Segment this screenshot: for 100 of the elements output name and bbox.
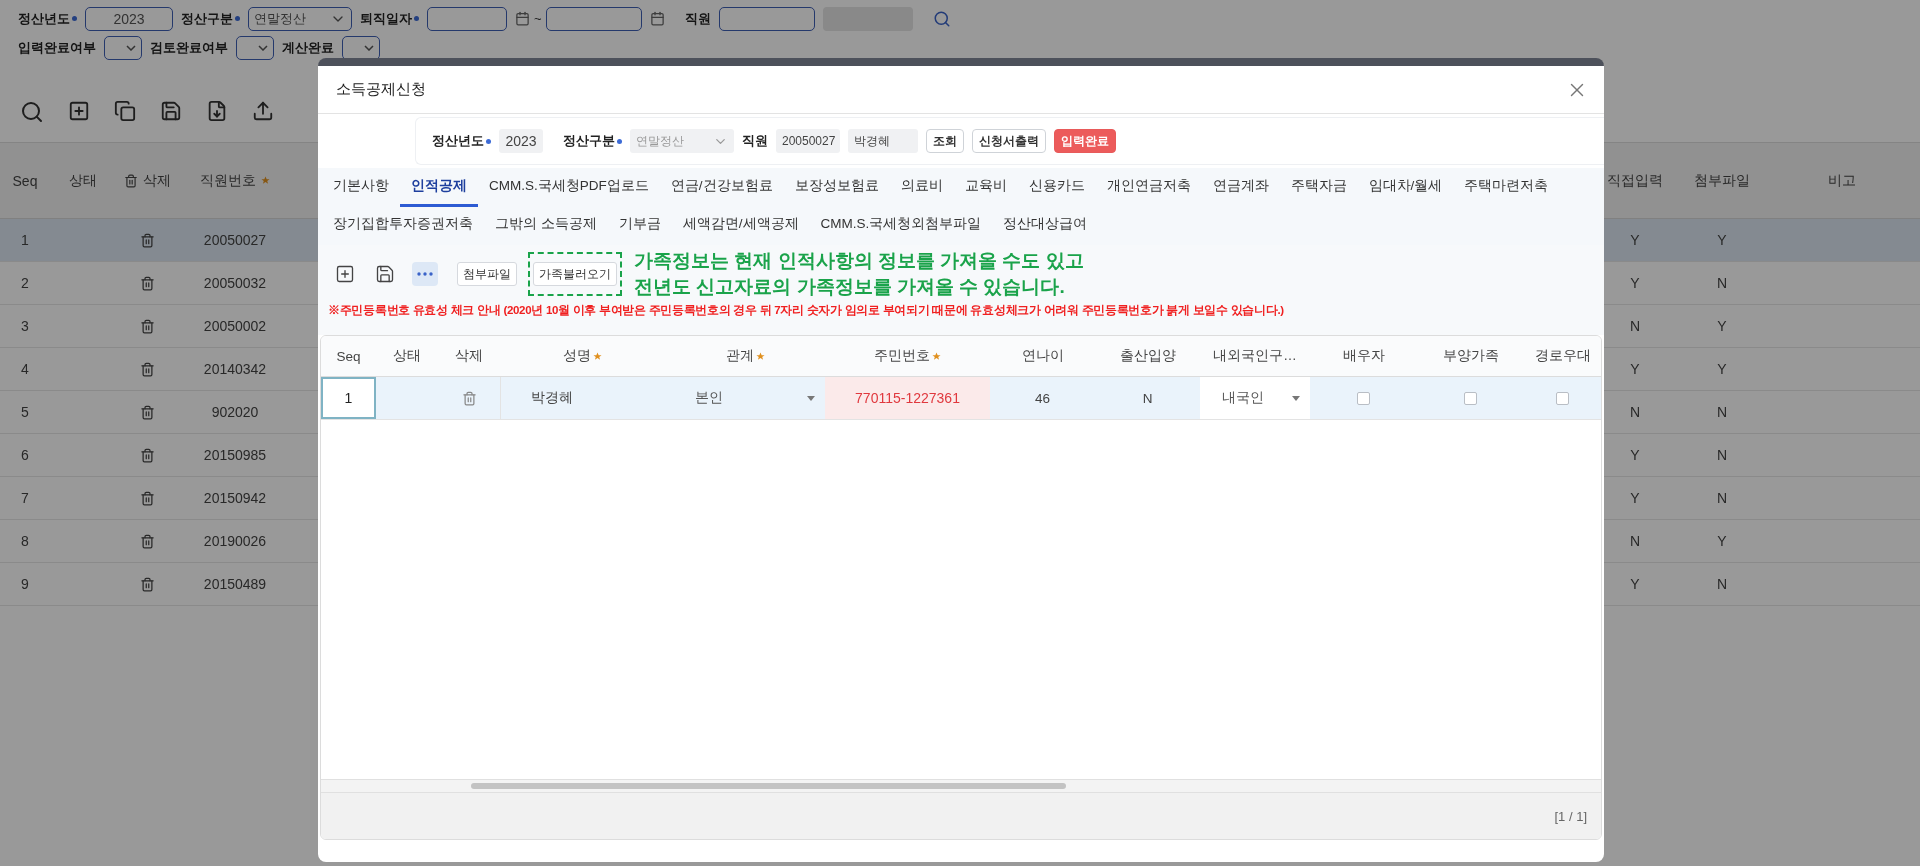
horizontal-scrollbar[interactable] bbox=[321, 779, 1601, 793]
tab[interactable]: CMM.S.국세청PDF업로드 bbox=[478, 168, 660, 207]
table-cell: 5 bbox=[21, 404, 29, 420]
tab[interactable]: 주택마련저축 bbox=[1453, 168, 1560, 207]
table-cell: 20190026 bbox=[203, 533, 267, 549]
table-cell: 20150942 bbox=[203, 490, 267, 506]
save-icon[interactable] bbox=[160, 100, 182, 122]
tab[interactable]: 그밖의 소득공제 bbox=[484, 206, 608, 245]
table-cell: 2 bbox=[21, 275, 29, 291]
table-cell: 46 bbox=[1035, 390, 1050, 406]
action-button[interactable]: 신청서출력 bbox=[972, 129, 1046, 153]
trash-icon[interactable] bbox=[461, 390, 477, 406]
file-download-icon[interactable] bbox=[206, 100, 228, 122]
caret-icon bbox=[807, 395, 815, 401]
checkbox[interactable] bbox=[1357, 391, 1370, 405]
column-header: 연나이 bbox=[1021, 347, 1064, 365]
column-header: 내외국인구… bbox=[1213, 347, 1297, 365]
status-select[interactable] bbox=[236, 35, 274, 60]
pager-text: [1 / 1] bbox=[1554, 808, 1587, 824]
action-button[interactable]: 조회 bbox=[926, 129, 964, 153]
search-icon[interactable] bbox=[20, 100, 44, 124]
tab[interactable]: 개인연금저축 bbox=[1095, 168, 1202, 207]
field-label: 정산년도 bbox=[432, 132, 484, 150]
tab[interactable]: 기본사항 bbox=[322, 168, 400, 207]
trash-icon[interactable] bbox=[140, 533, 155, 549]
chevron-down-icon bbox=[126, 44, 136, 51]
annotation-text: 전년도 신고자료의 가족정보를 가져올 수 있습니다. bbox=[634, 275, 1066, 299]
table-cell: N bbox=[1629, 533, 1641, 549]
tab[interactable]: 인적공제 bbox=[400, 168, 478, 207]
trash-icon[interactable] bbox=[140, 275, 155, 291]
field-label: 정산구분 bbox=[563, 132, 615, 150]
filter-label: 검토완료여부 bbox=[150, 38, 228, 57]
trash-icon[interactable] bbox=[140, 232, 155, 248]
tab[interactable]: 세액감면/세액공제 bbox=[671, 206, 810, 245]
trash-icon[interactable] bbox=[140, 576, 155, 592]
table-cell: Y bbox=[1630, 275, 1640, 291]
tab[interactable]: 신용카드 bbox=[1017, 168, 1096, 207]
column-header: Seq bbox=[12, 172, 38, 189]
year-field[interactable]: 2023 bbox=[85, 6, 173, 31]
table-cell: N bbox=[1716, 404, 1728, 420]
column-header: 삭제 bbox=[455, 347, 483, 365]
column-header: 첨부파일 bbox=[1694, 171, 1750, 190]
employee-name-field[interactable]: 박경혜 bbox=[848, 129, 918, 153]
table-cell: N bbox=[1716, 490, 1728, 506]
tab[interactable]: 보장성보험료 bbox=[783, 168, 890, 207]
field-label: 직원 bbox=[742, 132, 768, 150]
notice-text: ※주민등록번호 유효성 체크 안내 (2020년 10월 이후 부여받은 주민등록번호의 경우 뒤 7자리 숫자가 임의로 부여되기 때문에 유효성체크가 어려워 주민등록번호가 붉게 보일수 있습니다.) bbox=[327, 303, 1285, 318]
nationality-select[interactable]: 내국인 bbox=[1200, 377, 1310, 419]
trash-icon[interactable] bbox=[140, 318, 155, 334]
calendar-icon[interactable] bbox=[515, 11, 530, 26]
column-header: 직원번호 bbox=[200, 171, 256, 190]
table-cell: 9 bbox=[21, 576, 29, 592]
tab[interactable]: 임대차/월세 bbox=[1357, 168, 1454, 207]
column-header: 상태 bbox=[68, 171, 97, 190]
table-cell: Y bbox=[1630, 576, 1640, 592]
tab[interactable]: 장기집합투자증권저축 bbox=[322, 206, 484, 245]
tab[interactable]: 의료비 bbox=[889, 168, 954, 207]
year-field[interactable]: 2023 bbox=[499, 129, 543, 153]
table-cell: Y bbox=[1717, 318, 1727, 334]
filter-label: 정산년도 bbox=[18, 9, 70, 28]
tab[interactable]: CMM.S.국세청외첨부파일 bbox=[809, 206, 993, 245]
seq-cell[interactable]: 1 bbox=[321, 377, 376, 419]
toolbar-button[interactable]: 가족불러오기 bbox=[533, 262, 617, 286]
employee-id-field[interactable]: 20050027 bbox=[776, 129, 840, 153]
upload-icon[interactable] bbox=[252, 100, 274, 122]
table-cell: N bbox=[1716, 275, 1728, 291]
trash-icon[interactable] bbox=[140, 490, 155, 506]
plus-square-icon[interactable] bbox=[68, 100, 90, 122]
calendar-icon[interactable] bbox=[649, 11, 665, 26]
column-header: Seq bbox=[336, 348, 361, 364]
checkbox[interactable] bbox=[1556, 391, 1569, 405]
employee-field[interactable] bbox=[718, 6, 815, 31]
more-button[interactable] bbox=[412, 262, 438, 286]
trash-icon[interactable] bbox=[140, 447, 155, 463]
tab[interactable]: 연금계좌 bbox=[1201, 168, 1280, 207]
search-icon[interactable] bbox=[932, 9, 951, 28]
tab[interactable]: 주택자금 bbox=[1279, 168, 1358, 207]
column-header: 삭제 bbox=[143, 171, 171, 190]
relation-select[interactable]: 본인 bbox=[665, 377, 825, 419]
column-header: 부양가족 bbox=[1442, 347, 1499, 365]
copy-icon[interactable] bbox=[114, 100, 136, 122]
toolbar-button[interactable]: 첨부파일 bbox=[457, 262, 517, 286]
tab[interactable]: 교육비 bbox=[953, 168, 1018, 207]
table-cell: N bbox=[1142, 390, 1153, 406]
status-select[interactable] bbox=[104, 35, 142, 60]
type-select[interactable]: 연말정산 bbox=[248, 6, 352, 31]
filter-label: 퇴직일자 bbox=[360, 9, 412, 28]
column-header: 경로우대 bbox=[1534, 347, 1591, 365]
table-cell: Y bbox=[1630, 447, 1640, 463]
table-cell: 20050032 bbox=[203, 275, 267, 291]
trash-icon[interactable] bbox=[140, 361, 155, 377]
column-header: 주민번호 bbox=[874, 347, 930, 365]
checkbox[interactable] bbox=[1464, 391, 1477, 405]
tab[interactable]: 연금/건강보험료 bbox=[659, 168, 784, 207]
trash-icon[interactable] bbox=[140, 404, 155, 420]
grid-row[interactable]: 1 박경혜 본인 770115-1227361 46 N 내국인 bbox=[321, 377, 1601, 420]
tab[interactable]: 기부금 bbox=[607, 206, 672, 245]
date-field[interactable] bbox=[427, 6, 507, 31]
tab[interactable]: 정산대상급여 bbox=[992, 206, 1099, 245]
date-field[interactable] bbox=[545, 6, 642, 31]
